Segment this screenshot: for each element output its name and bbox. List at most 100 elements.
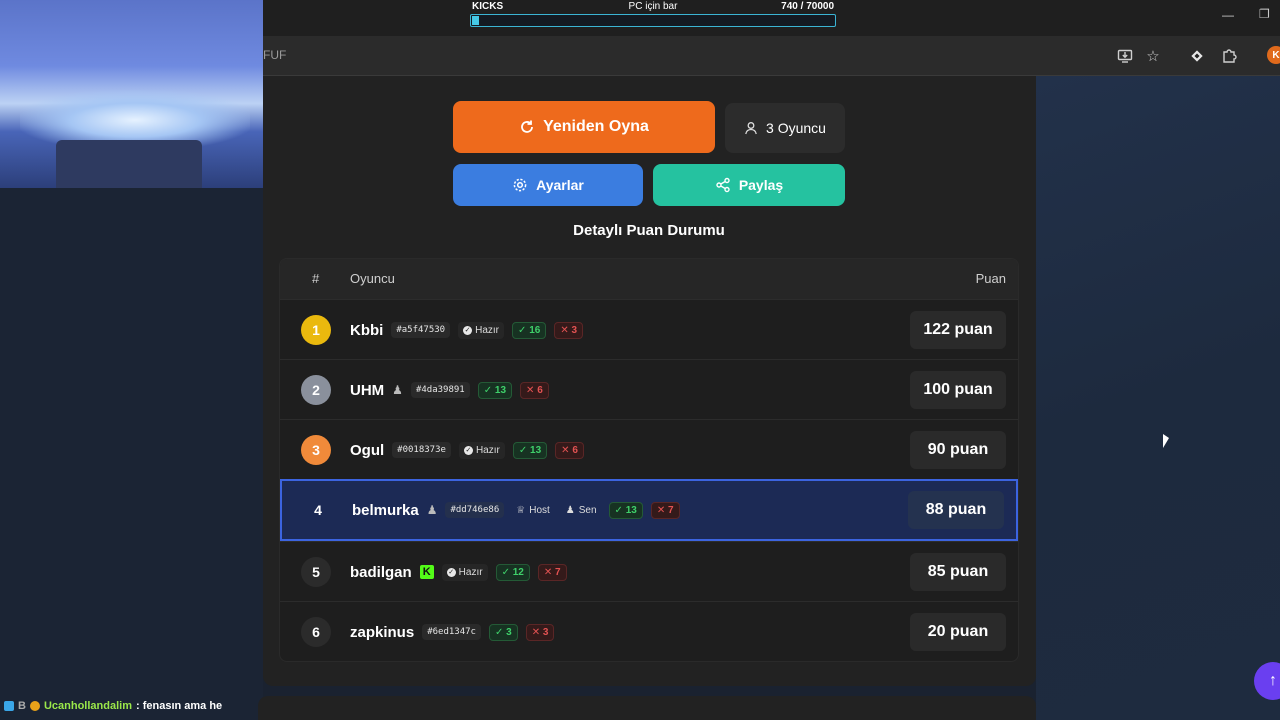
table-row: 1 Kbbi #a5f47530 ✓ Hazır ✓ 16 ✕ 3 122 pua… — [280, 299, 1018, 359]
player-cell: zapkinus #6ed1347c ✓ 3 ✕ 3 — [350, 602, 555, 661]
player-name: UHM — [350, 381, 385, 399]
star-icon[interactable]: ☆ — [1143, 46, 1163, 66]
rank-badge: 1 — [301, 315, 331, 345]
chat-sub-badge-icon — [29, 701, 40, 711]
correct-value: 3 — [506, 626, 512, 638]
webcam-couch — [56, 140, 202, 188]
refresh-icon — [521, 120, 533, 133]
player-cell: belmurka ♟ #dd746e86 ♕ Host ♟ Sen ✓ 13 ✕ 7 — [352, 481, 680, 539]
check-icon: ✓ — [463, 325, 473, 335]
maximize-icon[interactable]: ❐ — [1259, 7, 1270, 21]
gear-icon — [513, 178, 527, 192]
webcam-overlay — [0, 0, 263, 188]
rank-badge: 3 — [301, 435, 331, 465]
install-icon[interactable] — [1115, 46, 1135, 66]
table-row: 6 zapkinus #6ed1347c ✓ 3 ✕ 3 20 puan — [280, 601, 1018, 661]
table-row-current-user: 4 belmurka ♟ #dd746e86 ♕ Host ♟ Sen ✓ 13 ✕… — [280, 479, 1018, 541]
chat-badge-letter: B — [18, 700, 26, 712]
user-icon — [745, 122, 757, 135]
players-count-label: 3 Oyuncu — [766, 120, 826, 136]
correct-count: ✓ 13 — [608, 501, 643, 519]
header-rank: # — [312, 271, 320, 286]
you-label: Sen — [578, 504, 597, 516]
score-badge: 90 puan — [910, 431, 1006, 469]
profile-avatar[interactable]: K — [1267, 46, 1280, 64]
score-badge: 85 puan — [910, 553, 1006, 591]
ready-label: Hazır — [475, 324, 500, 336]
player-id-tag: #6ed1347c — [422, 624, 481, 640]
chat-text: : fenasın ama he — [135, 700, 223, 712]
replay-label: Yeniden Oyna — [543, 118, 649, 135]
player-cell: Ogul #0018373e ✓ Hazır ✓ 13 ✕ 6 — [350, 420, 584, 480]
you-badge: ♟ Sen — [562, 502, 601, 519]
correct-value: 13 — [530, 444, 542, 456]
correct-value: 13 — [625, 504, 637, 516]
ready-label: Hazır — [475, 444, 500, 456]
chat-message: B Ucanhollandalim : fenasın ama he — [4, 700, 222, 712]
browser-address-bar: FUF ☆ K — [263, 36, 1280, 76]
stream-background-right — [1036, 76, 1280, 720]
url-text[interactable]: FUF — [263, 48, 286, 62]
chat-badge-icon — [4, 701, 14, 711]
extension-icon[interactable] — [1187, 46, 1207, 66]
scoreboard-title: Detaylı Puan Durumu — [573, 222, 725, 239]
arrow-up-icon: ↑ — [1269, 672, 1277, 689]
player-id-tag: #4da39891 — [410, 382, 470, 398]
rank-badge: 2 — [301, 375, 331, 405]
rank-badge: 5 — [301, 557, 331, 587]
table-row: 5 badilgan K ✓ Hazır ✓ 12 ✕ 7 85 puan — [280, 541, 1018, 601]
wrong-count: ✕ 6 — [520, 381, 549, 399]
score-badge: 122 puan — [910, 311, 1006, 349]
wrong-count: ✕ 6 — [555, 441, 584, 459]
wrong-count: ✕ 7 — [537, 563, 567, 581]
wrong-value: 3 — [542, 626, 549, 638]
share-button[interactable]: Paylaş — [653, 164, 845, 206]
score-badge: 88 puan — [908, 491, 1004, 529]
player-name: badilgan — [350, 563, 412, 581]
player-cell: Kbbi #a5f47530 ✓ Hazır ✓ 16 ✕ 3 — [350, 300, 584, 360]
lower-panel — [258, 696, 1036, 720]
minimize-icon[interactable]: — — [1222, 8, 1234, 22]
replay-button[interactable]: Yeniden Oyna — [453, 101, 715, 153]
wrong-count: ✕ 7 — [650, 501, 680, 519]
wrong-value: 3 — [571, 324, 578, 336]
wrong-count: ✕ 3 — [525, 623, 555, 641]
header-score: Puan — [975, 271, 1006, 286]
goal-progress: 740 / 70000 — [781, 1, 834, 12]
user-icon: ♟ — [392, 383, 403, 397]
player-name: belmurka — [352, 501, 419, 519]
share-label: Paylaş — [738, 177, 784, 193]
rank-badge: 4 — [314, 502, 322, 518]
player-name: zapkinus — [350, 623, 415, 641]
user-icon: ♟ — [565, 504, 575, 516]
mouse-cursor — [1163, 434, 1169, 448]
header-player: Oyuncu — [350, 271, 395, 286]
wrong-value: 6 — [537, 384, 543, 396]
host-badge: ♕ Host — [512, 502, 554, 519]
rank-badge: 6 — [301, 617, 331, 647]
kick-logo-icon: K — [419, 565, 434, 579]
stream-background-left — [0, 188, 263, 720]
wrong-value: 7 — [668, 504, 674, 516]
puzzle-icon[interactable] — [1219, 46, 1239, 66]
players-count-button[interactable]: 3 Oyuncu — [725, 103, 845, 153]
correct-value: 13 — [494, 384, 507, 396]
host-label: Host — [529, 504, 550, 516]
crown-icon: ♕ — [516, 504, 526, 516]
correct-count: ✓ 16 — [512, 321, 547, 339]
kicks-goal-bar: KICKS PC için bar 740 / 70000 — [470, 1, 836, 27]
correct-count: ✓ 3 — [488, 623, 518, 641]
player-id-tag: #dd746e86 — [445, 502, 505, 518]
scoreboard-table: # Oyuncu Puan 1 Kbbi #a5f47530 ✓ Hazır ✓ … — [279, 258, 1019, 662]
ready-label: Hazır — [458, 566, 483, 578]
settings-button[interactable]: Ayarlar — [453, 164, 643, 206]
chat-username: Ucanhollandalim — [43, 700, 132, 712]
check-icon: ✓ — [463, 445, 473, 455]
ready-badge: ✓ Hazır — [458, 321, 505, 339]
table-row: 2 UHM ♟ #4da39891 ✓ 13 ✕ 6 100 puan — [280, 359, 1018, 419]
settings-label: Ayarlar — [536, 177, 584, 193]
correct-value: 12 — [512, 566, 524, 578]
correct-count: ✓ 12 — [495, 563, 530, 581]
wrong-count: ✕ 3 — [554, 321, 584, 339]
player-name: Ogul — [350, 441, 385, 459]
